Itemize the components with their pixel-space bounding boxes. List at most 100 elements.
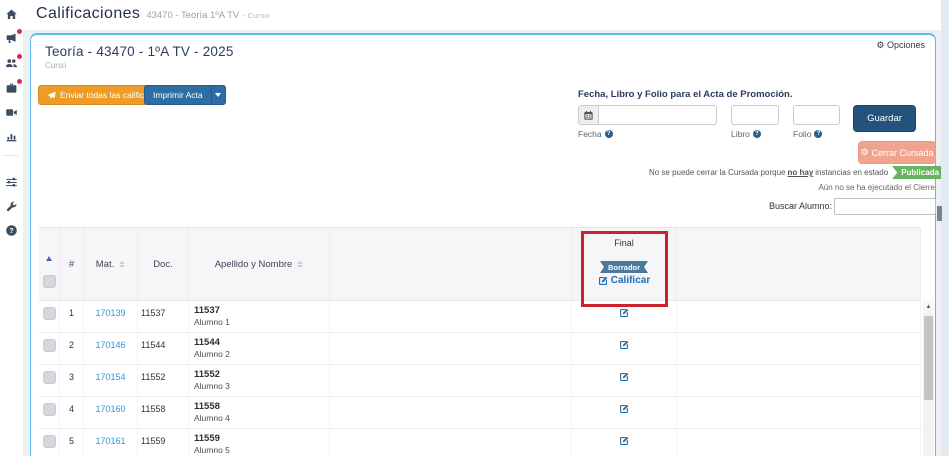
question-circle-icon[interactable]: ? (814, 130, 823, 138)
calendar-addon[interactable] (578, 105, 598, 125)
row-checkbox[interactable] (42, 435, 56, 448)
fecha-input[interactable] (598, 105, 717, 125)
row-rest (677, 397, 921, 428)
mat-link[interactable]: 170154 (95, 372, 125, 382)
header-final: Final Borrador Calificar (572, 228, 677, 300)
mat-link[interactable]: 170146 (95, 340, 125, 350)
table-row: 5 170161 11559 11559 Alumno 5 (39, 429, 921, 456)
svg-text:?: ? (9, 228, 13, 235)
users-icon[interactable] (5, 54, 22, 71)
sliders-icon[interactable] (5, 176, 19, 190)
row-edit-button[interactable] (572, 301, 677, 332)
cerrar-cursada-button[interactable]: ⚙ Cerrar Cursada (858, 141, 936, 164)
print-acta-button[interactable]: Imprimir Acta (144, 85, 226, 105)
row-edit-button[interactable] (572, 429, 677, 456)
header-select-column (39, 228, 60, 300)
libro-input[interactable] (731, 105, 779, 125)
chevron-down-icon (215, 93, 222, 97)
folio-label: Folio? (793, 129, 823, 139)
options-label: Opciones (886, 40, 925, 50)
row-doc: 11552 (138, 365, 189, 396)
row-checkbox[interactable] (42, 371, 56, 384)
row-name: 11537 Alumno 1 (189, 301, 330, 332)
header-doc[interactable]: Doc. (138, 228, 189, 300)
video-camera-icon[interactable] (5, 106, 19, 120)
print-acta-label: Imprimir Acta (153, 90, 203, 100)
row-name: 11559 Alumno 5 (189, 429, 330, 456)
briefcase-icon[interactable] (5, 79, 22, 96)
course-title: Teoría - 43470 - 1ºA TV - 2025 (45, 44, 234, 59)
megaphone-icon[interactable] (5, 29, 22, 46)
row-doc: 11537 (138, 301, 189, 332)
row-doc: 11558 (138, 397, 189, 428)
row-num: 4 (60, 397, 84, 428)
print-acta-dropdown[interactable] (210, 86, 225, 104)
mat-link[interactable]: 170160 (95, 404, 125, 414)
top-bar: Calificaciones 43470 - Teoría 1ºA TV - Cur… (0, 0, 949, 30)
table-row: 1 170139 11537 11537 Alumno 1 (39, 301, 921, 333)
row-name: 11544 Alumno 2 (189, 333, 330, 364)
page-subtitle: 43470 - Teoría 1ºA TV (146, 10, 240, 21)
notification-dot (17, 54, 22, 59)
page-scrollbar-marker (937, 206, 942, 221)
publicada-badge: Publicada (892, 166, 947, 179)
row-rest (677, 301, 921, 332)
sidebar-divider (4, 155, 19, 156)
row-checkbox[interactable] (42, 403, 56, 416)
table-row: 3 170154 11552 11552 Alumno 3 (39, 365, 921, 397)
sort-icon (119, 260, 126, 268)
calendar-icon (584, 110, 593, 120)
acta-form-heading: Fecha, Libro y Folio para el Acta de Pro… (578, 89, 793, 100)
row-num: 3 (60, 365, 84, 396)
scrollbar-thumb[interactable] (924, 316, 933, 400)
calificar-link[interactable]: Calificar (598, 275, 650, 286)
page-title: Calificaciones 43470 - Teoría 1ºA TV - Cur… (36, 5, 270, 23)
home-icon[interactable] (5, 8, 19, 22)
select-all-checkbox[interactable] (42, 275, 56, 288)
page-title-text: Calificaciones (36, 5, 141, 22)
borrador-badge: Borrador (600, 261, 648, 273)
table-body: 1 170139 11537 11537 Alumno 1 2 170146 11… (39, 301, 921, 456)
course-card: ⚙ Opciones Teoría - 43470 - 1ºA TV - 202… (30, 33, 947, 456)
header-mat[interactable]: Mat. (84, 228, 138, 300)
row-checkbox[interactable] (42, 307, 56, 320)
sort-arrow-icon[interactable] (46, 256, 52, 261)
row-edit-button[interactable] (572, 365, 677, 396)
header-rest (677, 228, 921, 300)
row-empty (330, 429, 572, 456)
paper-plane-icon (47, 91, 56, 99)
header-num[interactable]: # (60, 228, 84, 300)
wrench-icon[interactable] (5, 200, 19, 214)
header-name[interactable]: Apellido y Nombre (189, 228, 330, 300)
row-empty (330, 333, 572, 364)
folio-input[interactable] (793, 105, 840, 125)
table-scrollbar[interactable]: ▲ (923, 300, 934, 456)
fecha-label: Fecha? (578, 129, 613, 139)
notification-dot (17, 79, 22, 84)
row-empty (330, 365, 572, 396)
row-edit-button[interactable] (572, 333, 677, 364)
row-doc: 11559 (138, 429, 189, 456)
row-checkbox[interactable] (42, 339, 56, 352)
grades-table: # Mat. Doc. Apellido y Nombre Final Borr… (39, 227, 921, 456)
mat-link[interactable]: 170139 (95, 308, 125, 318)
question-circle-icon[interactable]: ? (604, 130, 613, 138)
search-alumno-input[interactable] (834, 198, 936, 215)
options-button[interactable]: ⚙ Opciones (876, 40, 925, 51)
question-circle-icon[interactable]: ? (752, 130, 761, 138)
bar-chart-icon[interactable] (5, 130, 19, 144)
edit-icon (598, 276, 608, 285)
row-edit-button[interactable] (572, 397, 677, 428)
page-scrollbar[interactable] (937, 0, 949, 456)
scroll-up-arrow-icon[interactable]: ▲ (923, 300, 934, 313)
row-num: 2 (60, 333, 84, 364)
course-subtitle: Curso (45, 61, 67, 70)
cerrar-cursada-label: Cerrar Cursada (871, 147, 934, 158)
guardar-button[interactable]: Guardar (853, 105, 916, 132)
row-num: 5 (60, 429, 84, 456)
final-column-title: Final (614, 238, 634, 248)
mat-link[interactable]: 170161 (95, 436, 125, 446)
help-icon[interactable]: ? (5, 224, 19, 238)
table-row: 4 170160 11558 11558 Alumno 4 (39, 397, 921, 429)
close-warning: No se puede cerrar la Cursada porque no h… (31, 166, 947, 179)
